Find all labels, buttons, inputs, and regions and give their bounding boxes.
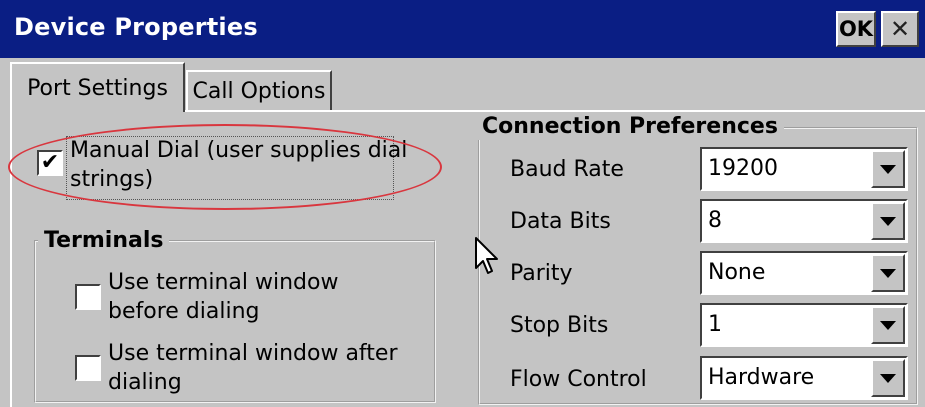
- terminal-before-checkbox[interactable]: [75, 284, 101, 310]
- flow-control-value: Hardware: [708, 365, 815, 390]
- parity-value: None: [708, 260, 766, 285]
- close-button[interactable]: ✕: [881, 11, 919, 47]
- baud-rate-select[interactable]: 19200: [700, 147, 908, 191]
- highlight-ellipse: [8, 124, 442, 210]
- stop-bits-select[interactable]: 1: [700, 303, 908, 347]
- terminal-before-label-2[interactable]: before dialing: [108, 298, 260, 326]
- stop-bits-dropdown-button[interactable]: [871, 306, 905, 344]
- window-title: Device Properties: [14, 13, 258, 41]
- tab-port-settings-label: Port Settings: [27, 75, 168, 101]
- terminal-before-label-1[interactable]: Use terminal window: [108, 269, 338, 297]
- data-bits-label: Data Bits: [510, 209, 611, 234]
- data-bits-value: 8: [708, 208, 722, 233]
- tab-port-settings[interactable]: Port Settings: [10, 62, 185, 112]
- data-bits-select[interactable]: 8: [700, 199, 908, 243]
- connection-title: Connection Preferences: [478, 114, 784, 140]
- data-bits-dropdown-button[interactable]: [871, 202, 905, 240]
- parity-select[interactable]: None: [700, 251, 908, 295]
- baud-rate-label: Baud Rate: [510, 157, 624, 182]
- chevron-down-icon: [880, 320, 896, 330]
- parity-dropdown-button[interactable]: [871, 254, 905, 292]
- flow-control-dropdown-button[interactable]: [871, 359, 905, 397]
- terminal-after-label-1[interactable]: Use terminal window after: [108, 340, 398, 368]
- baud-rate-dropdown-button[interactable]: [871, 150, 905, 188]
- tab-call-options-label: Call Options: [192, 78, 326, 104]
- chevron-down-icon: [880, 268, 896, 278]
- terminal-after-label-2[interactable]: dialing: [108, 369, 182, 397]
- parity-label: Parity: [510, 261, 573, 286]
- tab-panel-left-border: [10, 110, 12, 407]
- flow-control-select[interactable]: Hardware: [700, 356, 908, 400]
- ok-label: OK: [838, 17, 874, 41]
- terminal-after-checkbox[interactable]: [75, 355, 101, 381]
- flow-control-label: Flow Control: [510, 367, 647, 392]
- title-bar: Device Properties OK ✕: [0, 0, 925, 58]
- close-icon: ✕: [889, 15, 911, 43]
- tab-call-options[interactable]: Call Options: [186, 70, 332, 110]
- baud-rate-value: 19200: [708, 156, 778, 181]
- chevron-down-icon: [880, 373, 896, 383]
- chevron-down-icon: [880, 164, 896, 174]
- terminals-title: Terminals: [38, 228, 170, 254]
- ok-button[interactable]: OK: [836, 11, 876, 47]
- stop-bits-value: 1: [708, 312, 722, 337]
- stop-bits-label: Stop Bits: [510, 313, 609, 338]
- mouse-cursor-icon: [475, 237, 498, 274]
- chevron-down-icon: [880, 216, 896, 226]
